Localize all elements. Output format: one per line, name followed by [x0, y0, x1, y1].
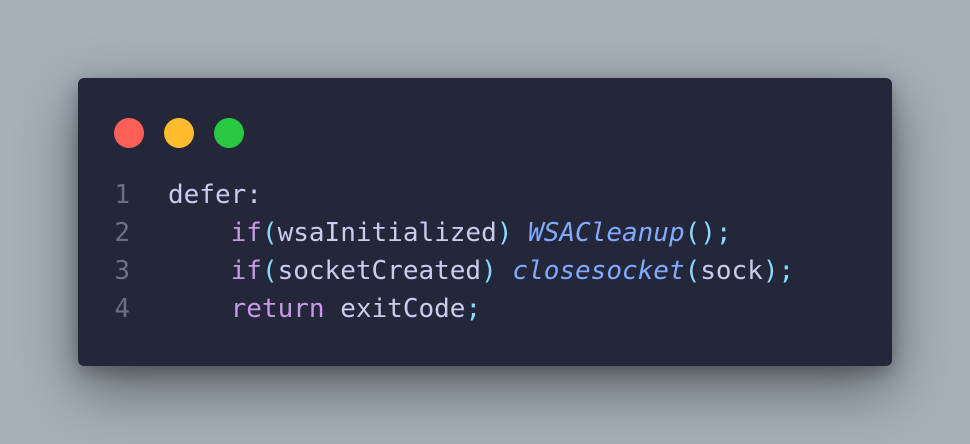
code-source: defer:	[130, 176, 262, 214]
code-token: if	[230, 256, 262, 286]
code-line: 1 defer:	[78, 176, 892, 214]
code-token: )	[481, 256, 497, 286]
code-token: defer:	[168, 180, 262, 210]
code-token: socketCreated	[277, 256, 482, 286]
window-controls	[114, 118, 244, 148]
code-window: 1 defer: 2 if(wsaInitialized) WSACleanup()…	[78, 78, 892, 366]
code-source: if(socketCreated) closesocket(sock);	[130, 252, 795, 290]
code-token: sock	[700, 256, 763, 286]
code-token: return	[230, 294, 325, 324]
line-number: 3	[114, 256, 130, 286]
code-source: if(wsaInitialized) WSACleanup();	[130, 214, 732, 252]
code-token: (	[684, 256, 701, 286]
code-token: ;	[465, 294, 482, 324]
code-token: exitCode	[324, 294, 466, 324]
minimize-dot-icon[interactable]	[164, 118, 194, 148]
code-token: wsaInitialized	[277, 218, 497, 248]
code-block: 1 defer: 2 if(wsaInitialized) WSACleanup()…	[78, 176, 892, 328]
code-token: )	[496, 218, 513, 248]
code-source: return exitCode;	[130, 290, 481, 328]
code-token: closesocket	[512, 256, 685, 286]
code-line: 2 if(wsaInitialized) WSACleanup();	[78, 214, 892, 252]
code-token: if	[230, 218, 262, 248]
line-number: 1	[114, 180, 130, 210]
line-number: 2	[114, 218, 130, 248]
code-token: (	[261, 256, 278, 286]
line-number: 4	[114, 294, 130, 324]
code-line: 4 return exitCode;	[78, 290, 892, 328]
code-token: WSACleanup	[528, 218, 685, 248]
close-dot-icon[interactable]	[114, 118, 144, 148]
code-token: (	[261, 218, 278, 248]
code-token: );	[762, 256, 795, 286]
code-token: ();	[684, 218, 732, 248]
code-line: 3 if(socketCreated) closesocket(sock);	[78, 252, 892, 290]
maximize-dot-icon[interactable]	[214, 118, 244, 148]
